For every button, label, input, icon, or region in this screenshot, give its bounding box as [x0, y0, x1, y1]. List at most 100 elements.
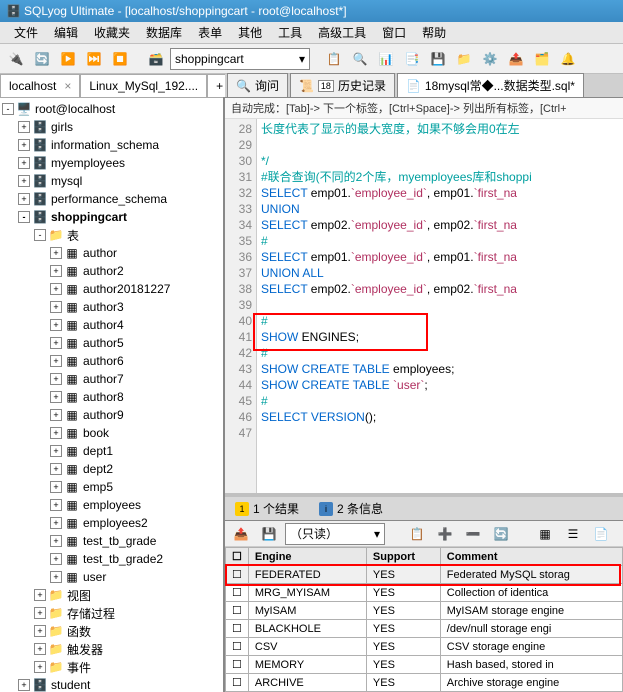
grid-cell[interactable]: /dev/null storage engi	[440, 620, 622, 638]
refresh-button[interactable]: 🔄	[30, 47, 54, 71]
tree-node[interactable]: +▦author	[2, 244, 221, 262]
row-checkbox[interactable]: ☐	[226, 620, 249, 638]
expand-icon[interactable]: +	[50, 265, 62, 277]
tree-node[interactable]: +▦author8	[2, 388, 221, 406]
grid-header[interactable]: Support	[366, 548, 440, 566]
menu-文件[interactable]: 文件	[6, 22, 46, 43]
tool-btn-6[interactable]: 📁	[452, 47, 476, 71]
tree-node[interactable]: +📁触发器	[2, 640, 221, 658]
grid-cell[interactable]: ARCHIVE	[248, 674, 366, 692]
tree-node[interactable]: +▦user	[2, 568, 221, 586]
code-line-32[interactable]: SELECT emp01.`employee_id`, emp01.`first…	[261, 185, 619, 201]
tree-node[interactable]: +📁事件	[2, 658, 221, 676]
grid-cell[interactable]: YES	[366, 674, 440, 692]
expand-icon[interactable]: -	[2, 103, 14, 115]
code-line-47[interactable]	[261, 425, 619, 441]
menu-收藏夹[interactable]: 收藏夹	[86, 22, 138, 43]
expand-icon[interactable]: +	[50, 391, 62, 403]
expand-icon[interactable]: +	[50, 499, 62, 511]
code-line-30[interactable]: */	[261, 153, 619, 169]
expand-icon[interactable]: +	[18, 175, 30, 187]
tool-btn-2[interactable]: 🔍	[348, 47, 372, 71]
table-row[interactable]: ☐MEMORYYESHash based, stored in	[226, 656, 623, 674]
grid-cell[interactable]: BLACKHOLE	[248, 620, 366, 638]
sql-editor[interactable]: 2829303132333435363738394041424344454647…	[225, 119, 623, 493]
code-line-28[interactable]: 长度代表了显示的最大宽度，如果不够会用0在左	[261, 121, 619, 137]
tree-node[interactable]: +▦author7	[2, 370, 221, 388]
tree-node[interactable]: +▦author6	[2, 352, 221, 370]
tree-node[interactable]: -📁表	[2, 226, 221, 244]
grid-cell[interactable]: MyISAM	[248, 602, 366, 620]
conn-tab-1[interactable]: Linux_MySql_192....	[80, 74, 207, 97]
code-line-33[interactable]: UNION	[261, 201, 619, 217]
tree-node[interactable]: +🗄️performance_schema	[2, 190, 221, 208]
row-checkbox[interactable]: ☐	[226, 674, 249, 692]
tree-node[interactable]: +📁存储过程	[2, 604, 221, 622]
expand-icon[interactable]: +	[50, 463, 62, 475]
expand-icon[interactable]: +	[50, 337, 62, 349]
tree-node[interactable]: +🗄️myemployees	[2, 154, 221, 172]
expand-icon[interactable]: +	[34, 625, 46, 637]
expand-icon[interactable]: +	[50, 319, 62, 331]
code-line-36[interactable]: SELECT emp01.`employee_id`, emp01.`first…	[261, 249, 619, 265]
tree-node[interactable]: +🗄️mysql	[2, 172, 221, 190]
tree-node[interactable]: +▦dept1	[2, 442, 221, 460]
code-line-37[interactable]: UNION ALL	[261, 265, 619, 281]
tool-btn-10[interactable]: 🔔	[556, 47, 580, 71]
expand-icon[interactable]: +	[50, 373, 62, 385]
editor-tab-0[interactable]: 🔍询问	[227, 73, 288, 97]
table-row[interactable]: ☐CSVYESCSV storage engine	[226, 638, 623, 656]
expand-icon[interactable]: +	[50, 283, 62, 295]
tree-node[interactable]: -🗄️shoppingcart	[2, 208, 221, 226]
table-row[interactable]: ☐ARCHIVEYESArchive storage engine	[226, 674, 623, 692]
expand-icon[interactable]: +	[50, 517, 62, 529]
table-row[interactable]: ☐MRG_MYISAMYESCollection of identica	[226, 584, 623, 602]
grid-cell[interactable]: CSV	[248, 638, 366, 656]
grid-view-3[interactable]: 📄	[589, 522, 613, 546]
expand-icon[interactable]: +	[18, 121, 30, 133]
table-row[interactable]: ☐MyISAMYESMyISAM storage engine	[226, 602, 623, 620]
grid-cell[interactable]: YES	[366, 638, 440, 656]
expand-icon[interactable]: +	[50, 445, 62, 457]
expand-icon[interactable]: +	[18, 139, 30, 151]
expand-icon[interactable]: +	[50, 535, 62, 547]
menu-帮助[interactable]: 帮助	[414, 22, 454, 43]
expand-icon[interactable]: +	[18, 157, 30, 169]
row-checkbox[interactable]: ☐	[226, 638, 249, 656]
code-line-46[interactable]: SELECT VERSION();	[261, 409, 619, 425]
grid-add-button[interactable]: ➕	[433, 522, 457, 546]
tool-btn-3[interactable]: 📊	[374, 47, 398, 71]
grid-cell[interactable]: MEMORY	[248, 656, 366, 674]
expand-icon[interactable]: +	[50, 355, 62, 367]
expand-icon[interactable]: +	[34, 589, 46, 601]
expand-icon[interactable]: +	[18, 193, 30, 205]
expand-icon[interactable]: +	[50, 571, 62, 583]
tool-btn-4[interactable]: 📑	[400, 47, 424, 71]
tree-node[interactable]: +▦employees2	[2, 514, 221, 532]
tree-node[interactable]: +▦employees	[2, 496, 221, 514]
expand-icon[interactable]: +	[50, 247, 62, 259]
tree-node[interactable]: +📁视图	[2, 586, 221, 604]
exec-all-button[interactable]: ⏭️	[82, 47, 106, 71]
row-checkbox[interactable]: ☐	[226, 656, 249, 674]
code-line-29[interactable]	[261, 137, 619, 153]
row-checkbox[interactable]: ☐	[226, 584, 249, 602]
tree-node[interactable]: +▦dept2	[2, 460, 221, 478]
database-combo[interactable]: shoppingcart ▾	[170, 48, 310, 70]
expand-icon[interactable]: +	[50, 409, 62, 421]
grid-view-2[interactable]: ☰	[561, 522, 585, 546]
table-row[interactable]: ☐BLACKHOLEYES/dev/null storage engi	[226, 620, 623, 638]
code-line-39[interactable]	[261, 297, 619, 313]
grid-cell[interactable]: Collection of identica	[440, 584, 622, 602]
tool-btn-5[interactable]: 💾	[426, 47, 450, 71]
tree-node[interactable]: +🗄️girls	[2, 118, 221, 136]
grid-header-checkbox[interactable]: ☐	[226, 548, 249, 566]
tool-btn-9[interactable]: 🗂️	[530, 47, 554, 71]
menu-工具[interactable]: 工具	[270, 22, 310, 43]
grid-cell[interactable]: MRG_MYISAM	[248, 584, 366, 602]
tree-node[interactable]: +▦author9	[2, 406, 221, 424]
tree-node[interactable]: +▦author3	[2, 298, 221, 316]
grid-cell[interactable]: MyISAM storage engine	[440, 602, 622, 620]
tool-btn-8[interactable]: 📤	[504, 47, 528, 71]
tool-btn-1[interactable]: 📋	[322, 47, 346, 71]
